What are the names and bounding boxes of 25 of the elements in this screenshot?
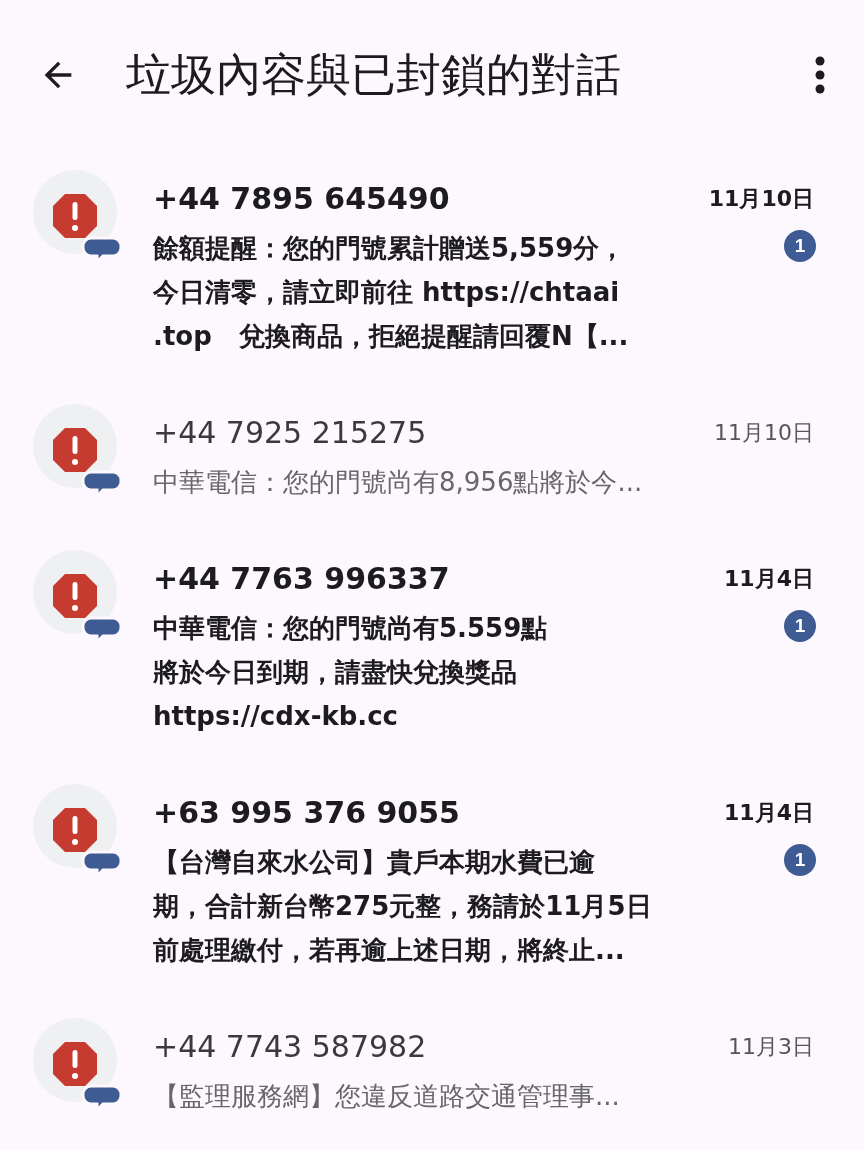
sender-number: +44 7925 215275 (153, 413, 427, 452)
unread-count-badge: 1 (784, 230, 816, 262)
conversation-item[interactable]: +44 7743 587982 11月3日 【監理服務網】您違反道路交通管理事... (0, 998, 864, 1144)
message-date: 11月10日 (708, 184, 814, 213)
message-date: 11月3日 (728, 1032, 814, 1061)
sender-number: +44 7743 587982 (153, 1027, 427, 1066)
message-preview: 中華電信：您的門號尚有8,956點將於今... (153, 466, 643, 499)
conversation-item[interactable]: +44 7925 215275 11月10日 中華電信：您的門號尚有8,956點將於今... (0, 384, 864, 530)
message-preview: 【台灣自來水公司】貴戶本期水費已逾 期，合計新台幣275元整，務請於11月5日 前處理繳付，若再逾上述日期，將終止... (153, 846, 652, 967)
message-preview: 餘額提醒：您的門號累計贈送5,559分， 今日清零，請立即前往 https://chtaai .top 兌換商品，拒絕提醒請回覆N【... (153, 232, 629, 353)
conversation-item[interactable]: +63 995 376 9055 11月4日 【台灣自來水公司】貴戶本期水費已逾 期，合計新台幣275元整，務請於11月5日 前處理繳付，若再逾上述日期，將終止... 1 (0, 764, 864, 998)
message-date: 11月10日 (714, 418, 814, 447)
unread-count-badge: 1 (784, 844, 816, 876)
message-date: 11月4日 (724, 798, 814, 827)
sender-number: +63 995 376 9055 (153, 793, 460, 832)
message-date: 11月4日 (724, 564, 814, 593)
more-options-icon[interactable] (814, 55, 826, 95)
sender-number: +44 7763 996337 (153, 559, 450, 598)
message-preview: 【監理服務網】您違反道路交通管理事... (153, 1080, 620, 1113)
conversation-item[interactable]: +44 7763 996337 11月4日 中華電信：您的門號尚有5.559點 將於今日到期，請盡快兌換獎品 https://cdx-kb.cc 1 (0, 530, 864, 764)
unread-count-badge: 1 (784, 610, 816, 642)
message-preview: 中華電信：您的門號尚有5.559點 將於今日到期，請盡快兌換獎品 https://cdx-kb.cc (153, 612, 548, 733)
page-title: 垃圾內容與已封鎖的對話 (126, 47, 622, 104)
sender-number: +44 7895 645490 (153, 179, 450, 218)
conversation-item[interactable]: +44 7895 645490 11月10日 餘額提醒：您的門號累計贈送5,559分， 今日清零，請立即前往 https://chtaai .top 兌換商品，拒絕提醒請回覆N【... 1 (0, 150, 864, 384)
